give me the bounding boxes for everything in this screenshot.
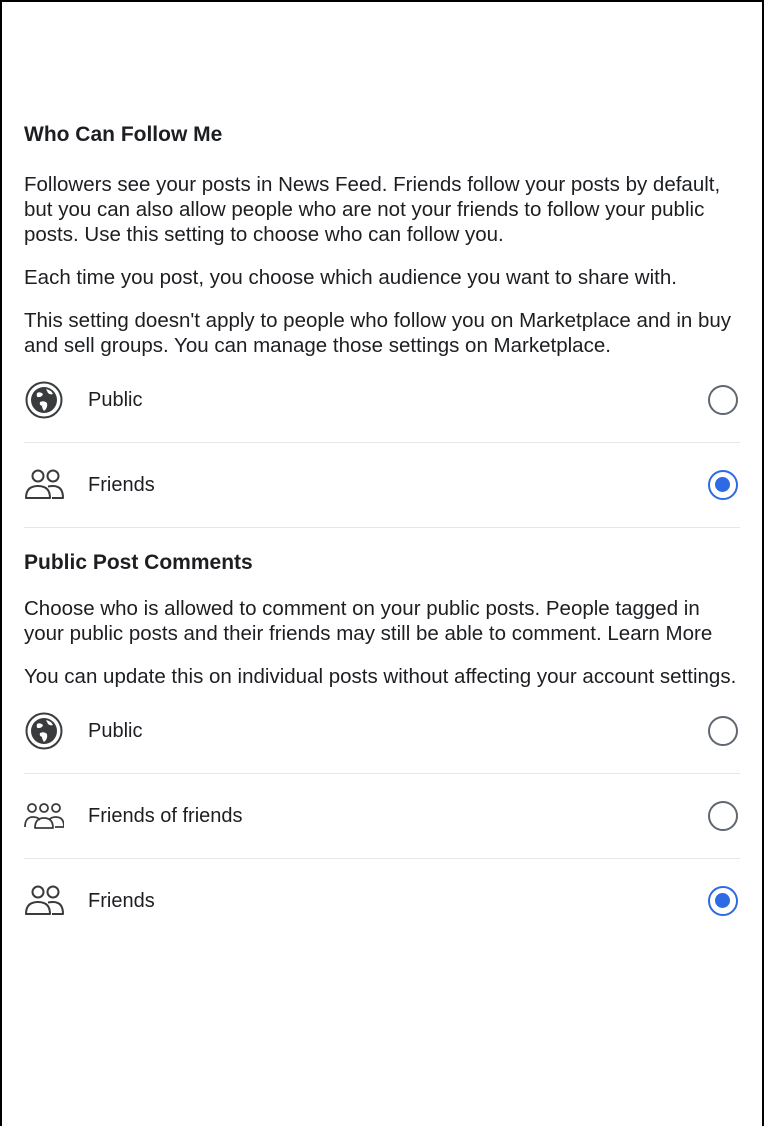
follow-section: Who Can Follow Me Followers see your pos… (24, 120, 740, 528)
follow-option-friends-label: Friends (88, 473, 155, 496)
comments-option-public-label: Public (88, 719, 143, 742)
comments-public-radio[interactable] (708, 716, 738, 746)
comments-option-public[interactable]: Public (24, 689, 740, 774)
comments-option-friends-label: Friends (88, 889, 155, 912)
settings-content: Who Can Follow Me Followers see your pos… (24, 120, 740, 943)
globe-icon (24, 380, 68, 420)
follow-friends-radio[interactable] (708, 470, 738, 500)
follow-option-friends[interactable]: Friends (24, 443, 740, 528)
comments-update-note: You can update this on individual posts … (24, 665, 737, 688)
comments-option-friends[interactable]: Friends (24, 859, 740, 943)
follow-option-public-label: Public (88, 388, 143, 411)
comments-friends-radio[interactable] (708, 886, 738, 916)
friends-icon (24, 881, 68, 921)
comments-friends-of-friends-radio[interactable] (708, 801, 738, 831)
follow-public-radio[interactable] (708, 385, 738, 415)
comments-description: Choose who is allowed to comment on your… (24, 597, 713, 645)
comments-option-friends-of-friends-label: Friends of friends (88, 804, 243, 827)
friends-icon (24, 465, 68, 505)
comments-option-friends-of-friends[interactable]: Friends of friends (24, 774, 740, 859)
follow-marketplace-note: This setting doesn't apply to people who… (24, 309, 732, 357)
friends-of-friends-icon (24, 796, 68, 836)
globe-icon (24, 711, 68, 751)
follow-description: Followers see your posts in News Feed. F… (24, 173, 721, 246)
settings-screen: Who Can Follow Me Followers see your pos… (0, 0, 764, 1126)
comments-section-title: Public Post Comments (24, 551, 253, 574)
follow-section-title: Who Can Follow Me (24, 123, 223, 146)
follow-audience-note: Each time you post, you choose which aud… (24, 266, 677, 289)
follow-option-public[interactable]: Public (24, 358, 740, 443)
comments-section: Public Post Comments Choose who is allow… (24, 548, 740, 943)
